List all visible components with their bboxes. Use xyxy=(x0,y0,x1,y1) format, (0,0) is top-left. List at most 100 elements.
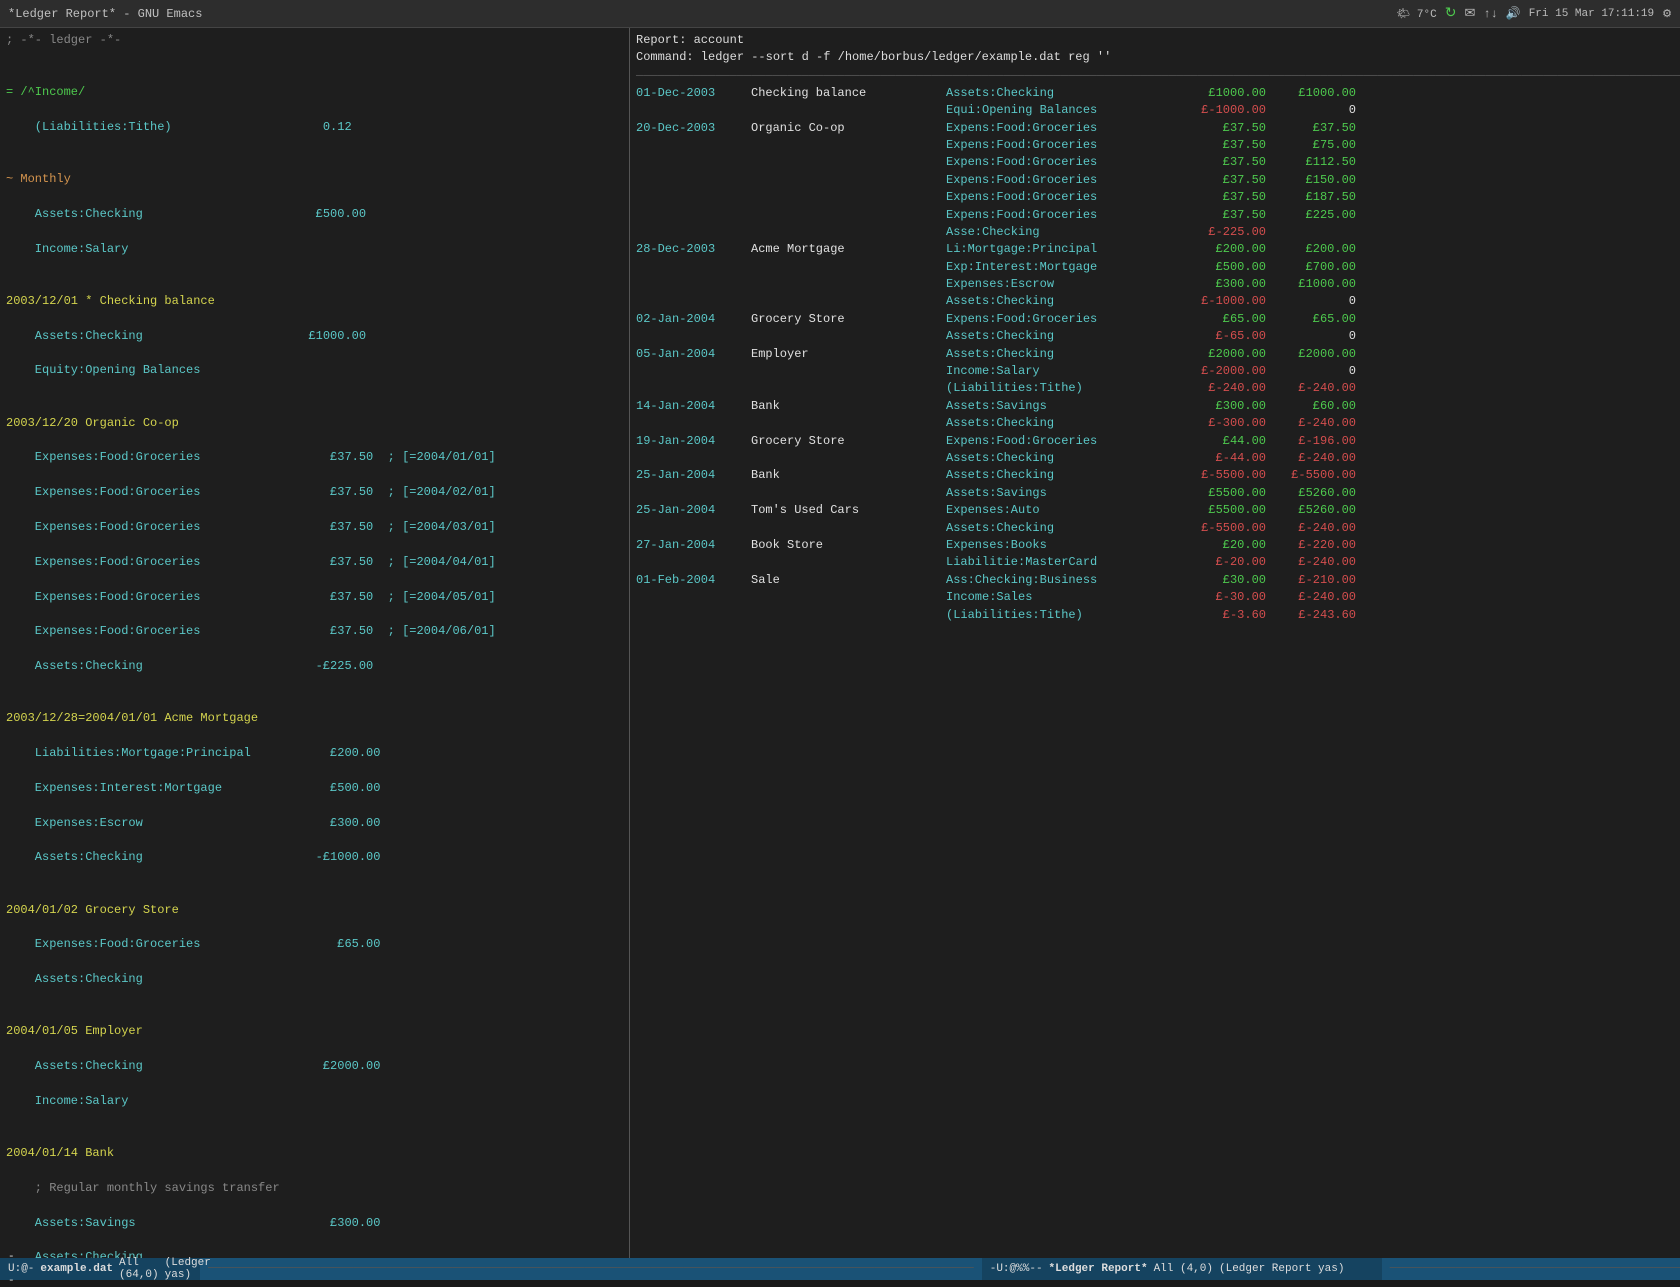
table-row: Assets:Savings£5500.00£5260.00 xyxy=(636,485,1674,502)
col-amount: £-5500.00 xyxy=(1176,467,1266,484)
status-mid: ────────────────────────────────────────… xyxy=(200,1263,982,1275)
col-account: (Liabilities:Tithe) xyxy=(946,380,1176,397)
col-amount: £65.00 xyxy=(1176,311,1266,328)
table-row: Expens:Food:Groceries£37.50£225.00 xyxy=(636,207,1674,224)
list-item: ; -*- ledger -*- xyxy=(6,32,623,49)
col-balance: £-240.00 xyxy=(1266,380,1356,397)
col-balance: 0 xyxy=(1266,328,1356,345)
status-right-mid: ────────────────────────────────────────… xyxy=(1382,1263,1680,1275)
col-payee xyxy=(751,207,946,224)
col-balance: £75.00 xyxy=(1266,137,1356,154)
list-item: Assets:Checking £2000.00 xyxy=(6,1058,623,1075)
list-item: Expenses:Food:Groceries £37.50 ; [=2004/… xyxy=(6,484,623,501)
email-icon[interactable]: ✉ xyxy=(1464,6,1475,21)
table-row: Liabilitie:MasterCard£-20.00£-240.00 xyxy=(636,554,1674,571)
titlebar-right: 🌤 7°C ↻ ✉ ↑↓ 🔊 Fri 15 Mar 17:11:19 ⚙ xyxy=(1396,5,1672,22)
table-row: 02-Jan-2004Grocery StoreExpens:Food:Groc… xyxy=(636,311,1674,328)
col-payee: Grocery Store xyxy=(751,311,946,328)
col-account: Expens:Food:Groceries xyxy=(946,172,1176,189)
col-amount: £37.50 xyxy=(1176,189,1266,206)
list-item: (Liabilities:Tithe) 0.12 xyxy=(6,119,623,136)
table-row: Expens:Food:Groceries£37.50£75.00 xyxy=(636,137,1674,154)
col-amount: £37.50 xyxy=(1176,154,1266,171)
col-date xyxy=(636,328,751,345)
reload-icon[interactable]: ↻ xyxy=(1445,5,1457,22)
col-account: Expens:Food:Groceries xyxy=(946,120,1176,137)
col-date xyxy=(636,589,751,606)
col-amount: £-225.00 xyxy=(1176,224,1266,241)
list-item: Assets:Checking £500.00 xyxy=(6,206,623,223)
table-row: (Liabilities:Tithe)£-240.00£-240.00 xyxy=(636,380,1674,397)
col-account: Expens:Food:Groceries xyxy=(946,154,1176,171)
left-pane: ; -*- ledger -*- = /^Income/ (Liabilitie… xyxy=(0,28,630,1258)
list-item: Assets:Checking xyxy=(6,971,623,988)
status-info-right: All (4,0) xyxy=(1154,1263,1213,1275)
report-title: Report: account xyxy=(636,32,1674,49)
col-amount: £20.00 xyxy=(1176,537,1266,554)
list-item: 2003/12/01 * Checking balance xyxy=(6,293,623,310)
col-date: 14-Jan-2004 xyxy=(636,398,751,415)
list-item: 2004/01/02 Grocery Store xyxy=(6,902,623,919)
col-balance: £37.50 xyxy=(1266,120,1356,137)
col-balance: £-5500.00 xyxy=(1266,467,1356,484)
col-payee: Organic Co-op xyxy=(751,120,946,137)
col-balance: £-243.60 xyxy=(1266,607,1356,624)
col-payee xyxy=(751,520,946,537)
col-account: Assets:Checking xyxy=(946,520,1176,537)
col-date xyxy=(636,172,751,189)
col-balance: £2000.00 xyxy=(1266,346,1356,363)
table-row: 01-Feb-2004SaleAss:Checking:Business£30.… xyxy=(636,572,1674,589)
col-amount: £200.00 xyxy=(1176,241,1266,258)
col-balance xyxy=(1266,224,1356,241)
col-date: 25-Jan-2004 xyxy=(636,502,751,519)
col-amount: £37.50 xyxy=(1176,137,1266,154)
list-item: = /^Income/ xyxy=(6,84,623,101)
col-amount: £2000.00 xyxy=(1176,346,1266,363)
list-item: Assets:Checking -£225.00 xyxy=(6,658,623,675)
col-payee xyxy=(751,189,946,206)
col-account: Expenses:Auto xyxy=(946,502,1176,519)
col-balance: £225.00 xyxy=(1266,207,1356,224)
list-item: ~ Monthly xyxy=(6,171,623,188)
list-item: Income:Salary xyxy=(6,1093,623,1110)
col-payee: Bank xyxy=(751,398,946,415)
col-balance: £1000.00 xyxy=(1266,276,1356,293)
list-item: Assets:Savings £300.00 xyxy=(6,1215,623,1232)
col-date xyxy=(636,189,751,206)
col-balance: £1000.00 xyxy=(1266,85,1356,102)
col-payee: Checking balance xyxy=(751,85,946,102)
col-payee xyxy=(751,554,946,571)
col-date: 20-Dec-2003 xyxy=(636,120,751,137)
main-content: ; -*- ledger -*- = /^Income/ (Liabilitie… xyxy=(0,28,1680,1258)
col-payee: Acme Mortgage xyxy=(751,241,946,258)
col-date xyxy=(636,154,751,171)
col-date xyxy=(636,137,751,154)
title-text: *Ledger Report* - GNU Emacs xyxy=(8,7,202,21)
status-left: -U:@-- example.dat All (64,0) (Ledger ya… xyxy=(0,1258,200,1280)
col-account: Expens:Food:Groceries xyxy=(946,433,1176,450)
list-item: Assets:Checking -£1000.00 xyxy=(6,849,623,866)
col-account: Liabilitie:MasterCard xyxy=(946,554,1176,571)
col-account: Asse:Checking xyxy=(946,224,1176,241)
list-item: Expenses:Food:Groceries £37.50 ; [=2004/… xyxy=(6,623,623,640)
status-info-left: All (64,0) xyxy=(119,1257,159,1281)
table-row: 20-Dec-2003Organic Co-opExpens:Food:Groc… xyxy=(636,120,1674,137)
col-account: Assets:Savings xyxy=(946,398,1176,415)
col-account: Li:Mortgage:Principal xyxy=(946,241,1176,258)
settings-icon[interactable]: ⚙ xyxy=(1662,7,1672,21)
col-amount: £-300.00 xyxy=(1176,415,1266,432)
table-row: Assets:Checking£-5500.00£-240.00 xyxy=(636,520,1674,537)
list-item: Expenses:Interest:Mortgage £500.00 xyxy=(6,780,623,797)
col-account: (Liabilities:Tithe) xyxy=(946,607,1176,624)
table-row: 25-Jan-2004BankAssets:Checking£-5500.00£… xyxy=(636,467,1674,484)
list-item: 2003/12/20 Organic Co-op xyxy=(6,415,623,432)
left-code-area[interactable]: ; -*- ledger -*- = /^Income/ (Liabilitie… xyxy=(0,28,629,1258)
col-amount: £-44.00 xyxy=(1176,450,1266,467)
col-payee xyxy=(751,224,946,241)
col-date: 28-Dec-2003 xyxy=(636,241,751,258)
col-payee: Book Store xyxy=(751,537,946,554)
volume-icon[interactable]: 🔊 xyxy=(1506,6,1521,21)
col-date xyxy=(636,207,751,224)
col-date xyxy=(636,363,751,380)
col-balance: £-240.00 xyxy=(1266,589,1356,606)
